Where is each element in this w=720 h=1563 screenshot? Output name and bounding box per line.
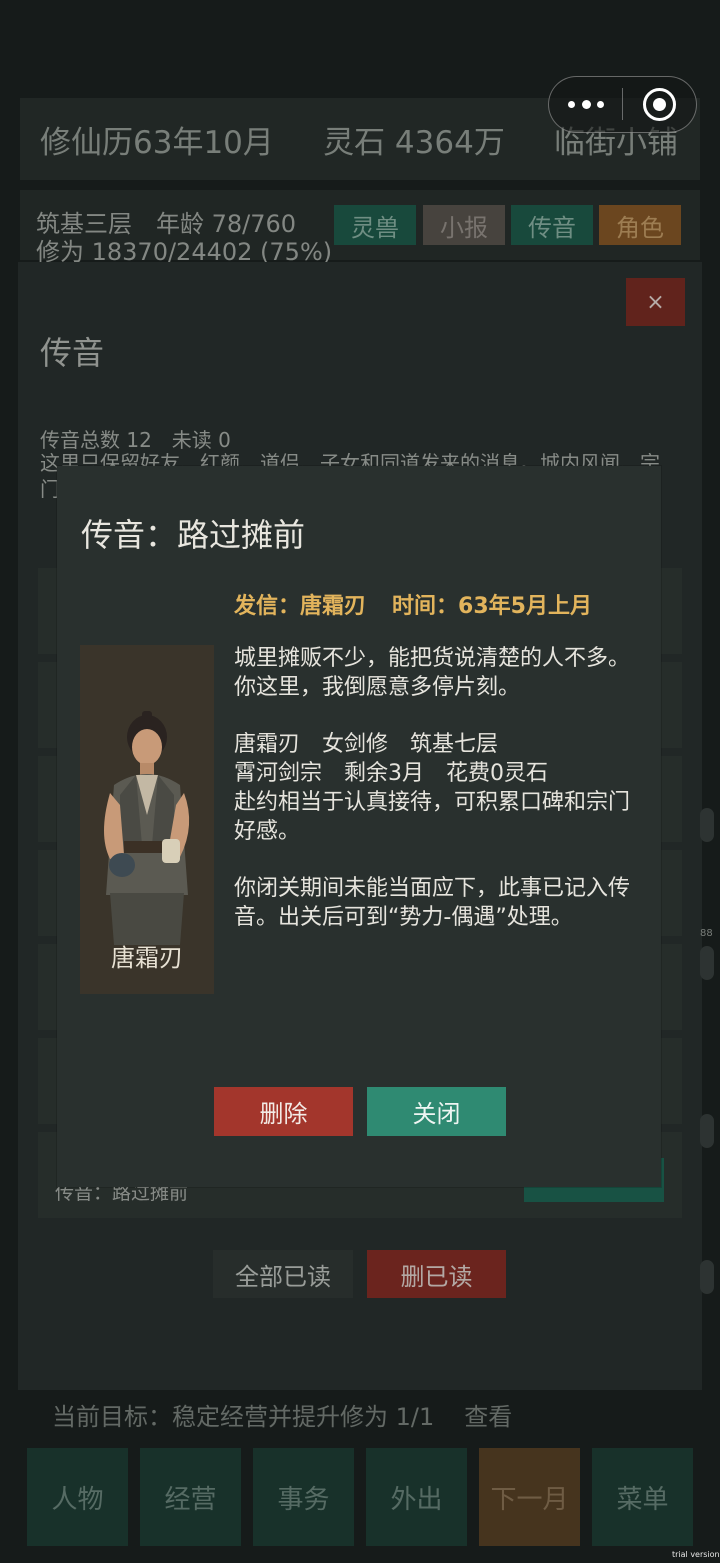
- exit-target-icon[interactable]: [643, 88, 676, 121]
- meeting-effect: 赴约相当于认真接待，可积累口碑和宗门好感。: [234, 790, 631, 844]
- sender-info: 唐霜刃 女剑修 筑基七层 霄河剑宗 剩余3月 花费0灵石 赴约相当于认真接待，可…: [234, 730, 644, 846]
- message-text: 城里摊贩不少，能把货说清楚的人不多。你这里，我倒愿意多停片刻。: [234, 646, 631, 700]
- close-button[interactable]: 关闭: [367, 1087, 506, 1136]
- portrait-name: 唐霜刃: [111, 944, 183, 972]
- closure-note: 你闭关期间未能当面应下，此事已记入传音。出关后可到“势力-偶遇”处理。: [234, 876, 631, 930]
- dialog-note: 你闭关期间未能当面应下，此事已记入传音。出关后可到“势力-偶遇”处理。: [234, 874, 644, 932]
- capsule-divider: [622, 88, 623, 120]
- sender-identity: 唐霜刃 女剑修 筑基七层: [234, 732, 499, 757]
- delete-button[interactable]: 删除: [214, 1087, 353, 1136]
- send-time: 时间：63年5月上月: [392, 594, 592, 619]
- more-options-icon[interactable]: [568, 88, 604, 120]
- trial-watermark: trial version: [672, 1550, 720, 1559]
- dialog-paragraph: 城里摊贩不少，能把货说清楚的人不多。你这里，我倒愿意多停片刻。: [234, 644, 644, 702]
- dialog-title: 传音：路过摊前: [81, 516, 306, 554]
- sender: 发信：唐霜刃: [234, 594, 367, 619]
- sender-sect-terms: 霄河剑宗 剩余3月 花费0灵石: [234, 761, 548, 786]
- dialog-meta: 发信：唐霜刃 时间：63年5月上月: [234, 588, 592, 620]
